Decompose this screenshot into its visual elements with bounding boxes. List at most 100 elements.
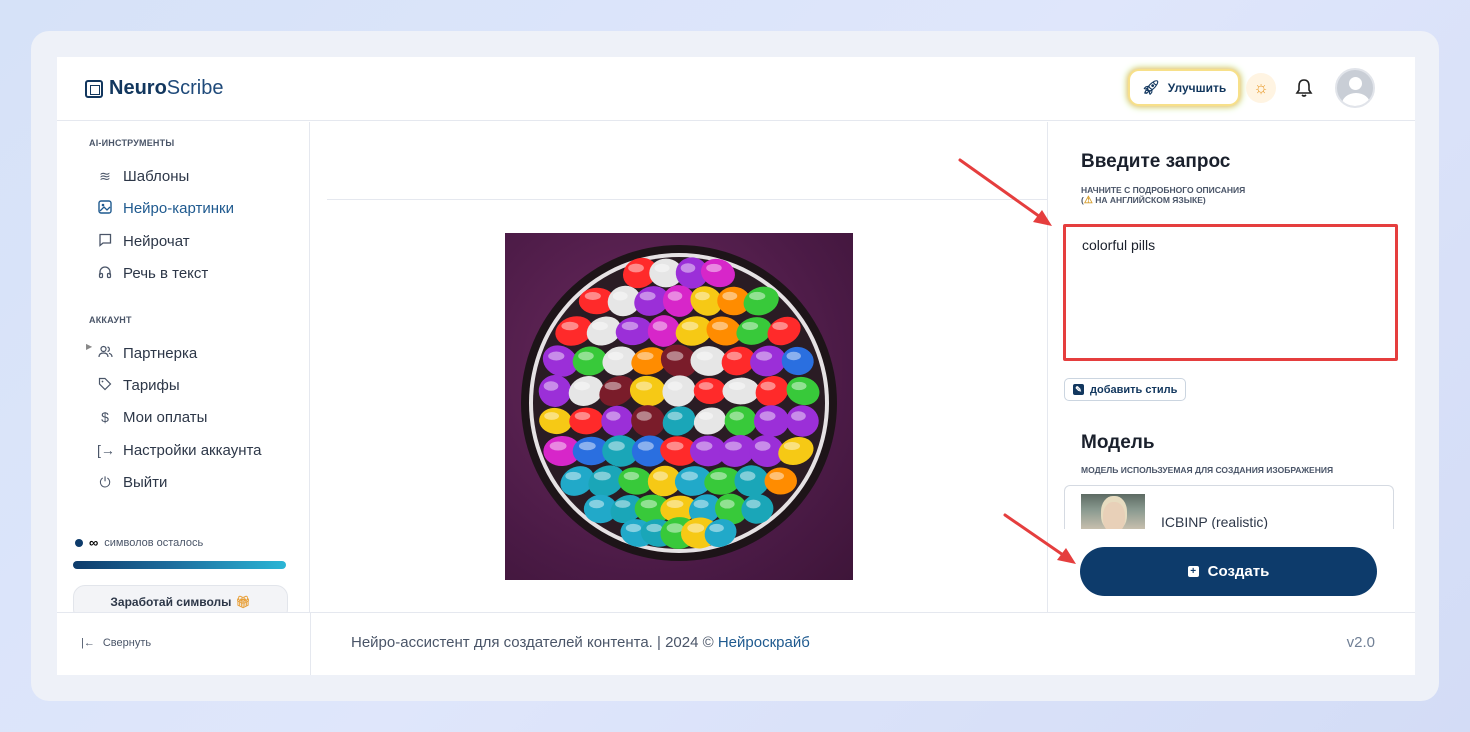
sun-icon[interactable]: ☼ <box>1246 73 1276 103</box>
sidebar-item-neuro-images[interactable]: Нейро-картинки <box>97 197 234 219</box>
user-avatar[interactable] <box>1335 68 1375 108</box>
pill-highlight <box>628 263 644 273</box>
pill-highlight <box>666 500 684 508</box>
pill-highlight <box>584 292 601 300</box>
sidebar: AI-ИНСТРУМЕНТЫ ≋ Шаблоны Нейро-картинки … <box>57 122 310 675</box>
prompt-title: Введите запрос <box>1081 151 1231 172</box>
pill-highlight <box>652 321 668 331</box>
pill-highlight <box>696 441 713 451</box>
sidebar-item-label: Мои оплаты <box>123 408 208 426</box>
tools-section-title: AI-ИНСТРУМЕНТЫ <box>89 138 175 148</box>
pill-highlight <box>693 499 709 509</box>
sidebar-item-tariffs[interactable]: Тарифы <box>97 374 180 396</box>
pill-highlight <box>759 411 776 421</box>
app-window: NeuroScribe 🚀︎ Улучшить ☼ AI-ИНСТРУМЕНТЫ… <box>57 57 1415 675</box>
sidebar-item-account-settings[interactable]: [→ Настройки аккаунта <box>97 439 262 461</box>
pill-highlight <box>666 523 684 533</box>
prompt-subtitle-line2: НА АНГЛИЙСКОМ ЯЗЫКЕ) <box>1095 195 1206 205</box>
prompt-subtitle: НАЧНИТЕ С ПОДРОБНОГО ОПИСАНИЯ (⚠ НА АНГЛ… <box>1081 185 1246 206</box>
pill-highlight <box>722 291 738 301</box>
footer-link[interactable]: Нейроскрайб <box>718 634 810 651</box>
chat-icon <box>97 233 113 250</box>
add-style-button[interactable]: ✎ добавить стиль <box>1064 378 1187 401</box>
pill-highlight <box>725 441 742 451</box>
layers-icon: ≋ <box>99 167 111 184</box>
pill-highlight <box>772 322 788 330</box>
sidebar-item-label: Речь в текст <box>123 264 209 282</box>
pill-highlight <box>791 381 807 391</box>
pill-highlight <box>667 291 683 301</box>
caret-right-icon: ▶ <box>86 342 93 351</box>
pill-highlight <box>783 441 801 451</box>
symbols-remaining: ∞ символов осталось <box>75 535 203 550</box>
model-name: ICBINP (realistic) <box>1161 514 1269 529</box>
prompt-input[interactable]: colorful pills <box>1063 224 1398 361</box>
sidebar-item-label: Выйти <box>123 473 168 491</box>
pill-highlight <box>681 321 699 331</box>
pill-highlight <box>681 471 698 481</box>
footer-copyright: Нейро-ассистент для создателей контента.… <box>351 634 810 651</box>
pill-highlight <box>543 381 559 391</box>
pill-highlight <box>667 381 683 391</box>
sidebar-item-neurochat[interactable]: Нейрочат <box>97 230 190 252</box>
sidebar-item-speech-to-text[interactable]: Речь в текст <box>97 262 208 284</box>
pill-highlight <box>687 523 705 533</box>
sidebar-item-label: Нейро-картинки <box>123 199 234 217</box>
pill-highlight <box>666 441 684 451</box>
headphones-icon <box>97 265 113 282</box>
upgrade-button[interactable]: 🚀︎ Улучшить <box>1130 71 1239 104</box>
pill-highlight <box>667 411 683 421</box>
sidebar-item-partners[interactable]: Партнерка <box>97 342 197 364</box>
pill-highlight <box>680 263 696 273</box>
pill-highlight <box>589 499 605 509</box>
generated-image[interactable] <box>505 233 853 580</box>
logo-icon <box>85 79 103 98</box>
pill-highlight <box>637 441 654 451</box>
sidebar-item-templates[interactable]: ≋ Шаблоны <box>97 165 189 187</box>
dollar-icon: $ <box>101 409 109 425</box>
pill-highlight <box>749 291 766 301</box>
pill-highlight <box>719 499 735 509</box>
top-header: NeuroScribe 🚀︎ Улучшить ☼ <box>57 57 1415 121</box>
logo-light: Scribe <box>166 77 224 99</box>
pill-highlight <box>635 381 653 391</box>
pill-highlight <box>593 471 611 481</box>
pill-highlight <box>791 411 806 421</box>
create-button[interactable]: + Создать <box>1080 547 1377 596</box>
collapse-sidebar-button[interactable]: |← Свернуть <box>81 637 151 649</box>
pill-highlight <box>561 321 579 331</box>
pill-highlight <box>574 381 591 391</box>
pill-highlight <box>625 523 642 533</box>
model-title: Модель <box>1081 432 1155 453</box>
model-select-card[interactable]: ICBINP (realistic) <box>1064 485 1394 529</box>
symbols-label: символов осталось <box>104 536 204 549</box>
sidebar-item-label: Тарифы <box>123 376 180 394</box>
pill-highlight <box>549 441 567 451</box>
pill-highlight <box>695 291 710 301</box>
pill-highlight <box>726 351 742 361</box>
users-icon <box>97 345 113 362</box>
pill-highlight <box>621 321 639 331</box>
pill-highlight <box>637 351 654 361</box>
symbols-progress-bar <box>73 561 286 569</box>
pill-highlight <box>548 351 565 361</box>
rocket-icon: 🚀︎ <box>1142 79 1160 95</box>
pill-highlight <box>654 263 670 273</box>
warning-icon: ⚠ <box>1083 195 1093 206</box>
sidebar-item-payments[interactable]: $ Мои оплаты <box>97 406 207 428</box>
bell-icon[interactable] <box>1293 75 1315 101</box>
pill-highlight <box>604 381 622 391</box>
pills-plate-illustration <box>521 245 837 561</box>
pill-highlight <box>574 412 591 420</box>
image-icon <box>97 199 113 217</box>
pill-highlight <box>698 382 714 390</box>
pill-highlight <box>698 412 714 420</box>
sidebar-item-logout[interactable]: ⏻ Выйти <box>97 471 167 493</box>
collapse-arrow-icon: |← <box>81 637 95 649</box>
upgrade-label: Улучшить <box>1167 80 1227 95</box>
prompt-panel: Введите запрос НАЧНИТЕ С ПОДРОБНОГО ОПИС… <box>1047 122 1415 612</box>
pill-highlight <box>636 411 652 421</box>
logo[interactable]: NeuroScribe <box>85 77 224 100</box>
footer-text: Нейро-ассистент для создателей контента.… <box>351 634 718 651</box>
create-label: Создать <box>1207 563 1270 580</box>
